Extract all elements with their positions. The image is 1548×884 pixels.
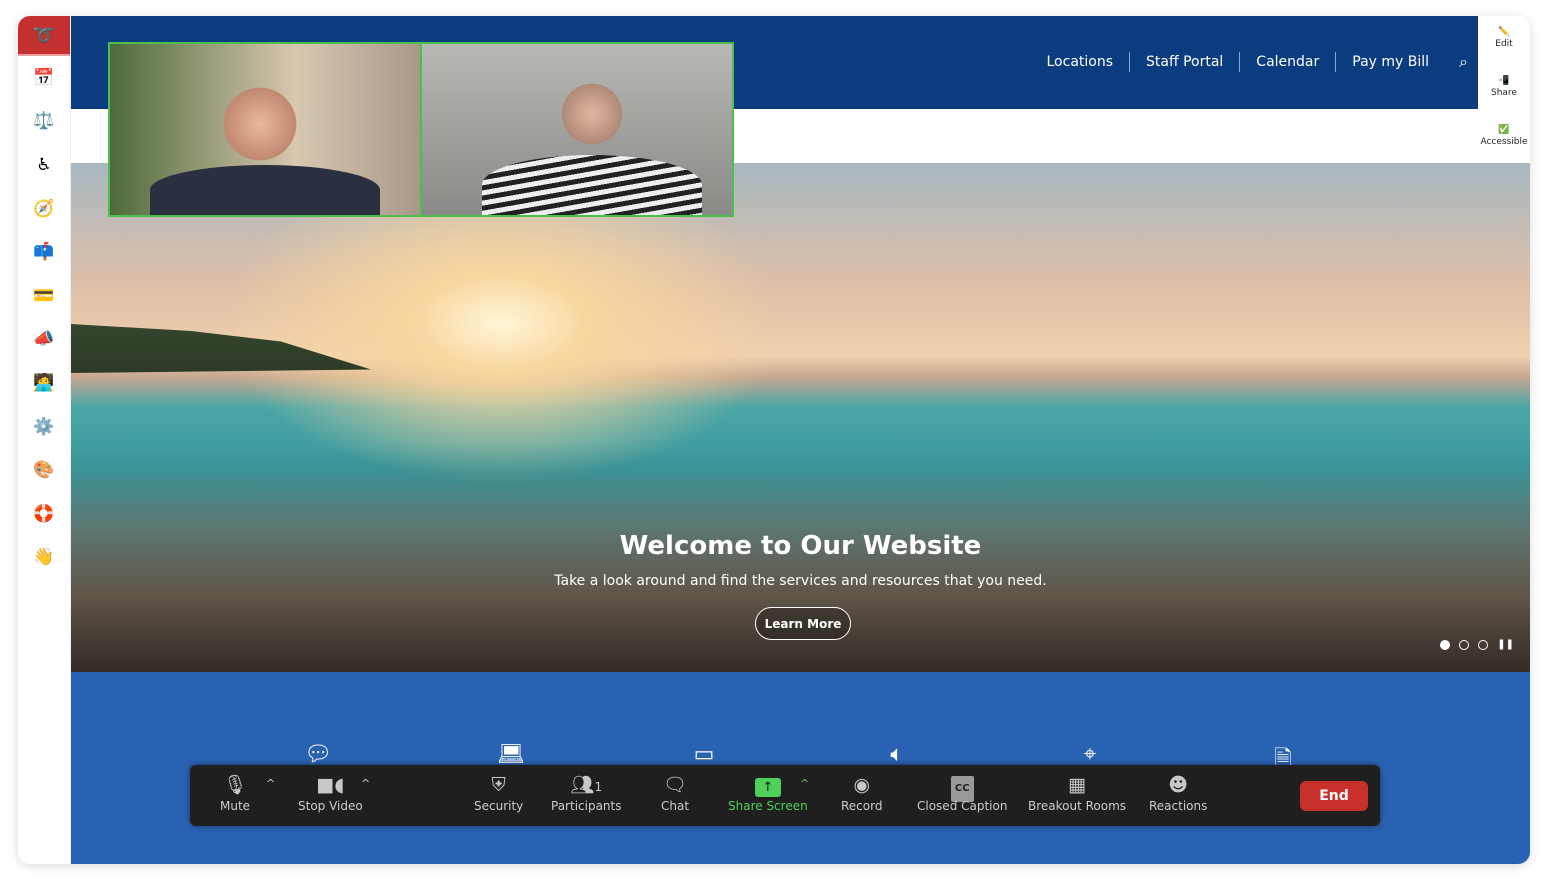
record-icon: ◉ xyxy=(853,774,871,796)
waving-hand-icon[interactable]: 👋 xyxy=(18,536,70,580)
megaphone-icon[interactable]: 📣 xyxy=(18,318,70,362)
accessible-label: Accessible xyxy=(1480,137,1528,147)
participant-figure xyxy=(150,165,380,215)
carousel-dot-1[interactable] xyxy=(1440,639,1451,650)
closed-caption-button[interactable]: CC Closed Caption xyxy=(917,773,1007,813)
share-options-caret[interactable]: ^ xyxy=(800,777,809,790)
participants-button[interactable]: 👥︎1 Participants xyxy=(551,773,622,813)
chat-button[interactable]: 🗨︎ Chat xyxy=(661,773,689,813)
video-options-caret[interactable]: ^ xyxy=(361,777,370,790)
compass-icon[interactable]: 🧭 xyxy=(18,187,70,231)
carousel-controls: ❚❚ xyxy=(1440,639,1514,650)
pencil-icon: ✏️ xyxy=(1498,27,1510,37)
hero-landscape xyxy=(71,324,371,373)
microphone-icon: 🎙︎ xyxy=(222,774,248,796)
chat-icon: 🗨︎ xyxy=(662,774,688,796)
right-panel: ✏️ Edit 📲 Share ✅ Accessible xyxy=(1478,16,1530,162)
end-button[interactable]: End xyxy=(1300,781,1368,811)
reactions-label: Reactions xyxy=(1149,799,1208,813)
mute-label: Mute xyxy=(220,799,251,813)
participants-label: Participants xyxy=(551,799,622,813)
logo[interactable]: ➰ xyxy=(18,16,70,56)
nav-locations[interactable]: Locations xyxy=(1031,54,1130,70)
nav-pay-my-bill[interactable]: Pay my Bill xyxy=(1336,54,1445,70)
share-label: Share xyxy=(1491,88,1517,98)
grid-icon: ▦ xyxy=(1068,774,1086,796)
security-button[interactable]: ⛨ Security xyxy=(474,773,523,813)
carousel-dot-2[interactable] xyxy=(1459,639,1470,650)
learn-more-button[interactable]: Learn More xyxy=(755,607,851,640)
smiley-icon: ☻ xyxy=(1168,774,1189,796)
technologist-icon[interactable]: 🧑‍💻 xyxy=(18,361,70,405)
record-label: Record xyxy=(841,799,883,813)
video-gallery xyxy=(108,42,734,217)
browser-page: Locations Staff Portal Calendar Pay my B… xyxy=(18,16,1530,864)
sidebar: ➰ 📅 ⚖️ ♿ 🧭 📫 💳 📣 🧑‍💻 ⚙️ 🎨 🛟 👋 xyxy=(18,16,71,864)
mute-button[interactable]: 🎙︎ Mute xyxy=(220,773,250,813)
breakout-rooms-button[interactable]: ▦ Breakout Rooms xyxy=(1028,773,1126,813)
meeting-toolbar: 🎙︎ Mute ^ ■◖ Stop Video ^ ⛨ Security 👥︎1 Par… xyxy=(190,765,1380,826)
share-button[interactable]: 📲 Share xyxy=(1478,65,1530,114)
carousel-dot-3[interactable] xyxy=(1478,639,1489,650)
stop-video-button[interactable]: ■◖ Stop Video xyxy=(298,773,363,813)
video-tile-participant-2[interactable] xyxy=(422,44,732,215)
reactions-button[interactable]: ☻ Reactions xyxy=(1149,773,1207,813)
share-screen-icon: ↑ xyxy=(754,778,781,797)
mailbox-icon[interactable]: 📫 xyxy=(18,230,70,274)
accessibility-icon[interactable]: ♿ xyxy=(18,143,70,187)
video-tile-participant-1[interactable] xyxy=(110,44,422,215)
audio-options-caret[interactable]: ^ xyxy=(266,777,275,790)
security-label: Security xyxy=(474,799,524,813)
record-button[interactable]: ◉ Record xyxy=(841,773,882,813)
hero-title: Welcome to Our Website xyxy=(619,531,982,561)
participant-count: 1 xyxy=(594,780,603,794)
hero-banner: Welcome to Our Website Take a look aroun… xyxy=(71,163,1530,672)
nav-calendar[interactable]: Calendar xyxy=(1240,54,1335,70)
share-screen-button[interactable]: ↑ Share Screen xyxy=(728,773,808,813)
participants-icon: 👥︎1 xyxy=(570,774,603,796)
accessible-button[interactable]: ✅ Accessible xyxy=(1478,114,1530,163)
credit-card-icon[interactable]: 💳 xyxy=(18,274,70,318)
calendar-icon[interactable]: 📅 xyxy=(18,56,70,100)
check-icon: ✅ xyxy=(1498,125,1510,135)
lifebuoy-icon[interactable]: 🛟 xyxy=(18,492,70,536)
search-icon[interactable]: ⌕ xyxy=(1445,52,1468,72)
edit-label: Edit xyxy=(1495,39,1513,49)
gear-icon[interactable]: ⚙️ xyxy=(18,405,70,449)
chat-label: Chat xyxy=(661,799,690,813)
share-icon: 📲 xyxy=(1498,76,1510,86)
closed-caption-label: Closed Caption xyxy=(917,799,1008,813)
video-camera-icon: ■◖ xyxy=(316,774,345,796)
nav-staff-portal[interactable]: Staff Portal xyxy=(1130,54,1239,70)
edit-button[interactable]: ✏️ Edit xyxy=(1478,16,1530,65)
palette-icon[interactable]: 🎨 xyxy=(18,448,70,492)
participant-figure xyxy=(482,155,702,215)
hero-subtitle: Take a look around and find the services… xyxy=(554,573,1047,589)
stop-video-label: Stop Video xyxy=(298,799,363,813)
top-nav: Locations Staff Portal Calendar Pay my B… xyxy=(1031,52,1468,72)
breakout-rooms-label: Breakout Rooms xyxy=(1028,799,1127,813)
pause-icon[interactable]: ❚❚ xyxy=(1497,639,1514,650)
scales-icon[interactable]: ⚖️ xyxy=(18,100,70,144)
shield-icon: ⛨ xyxy=(491,774,506,796)
share-screen-label: Share Screen xyxy=(728,799,808,813)
